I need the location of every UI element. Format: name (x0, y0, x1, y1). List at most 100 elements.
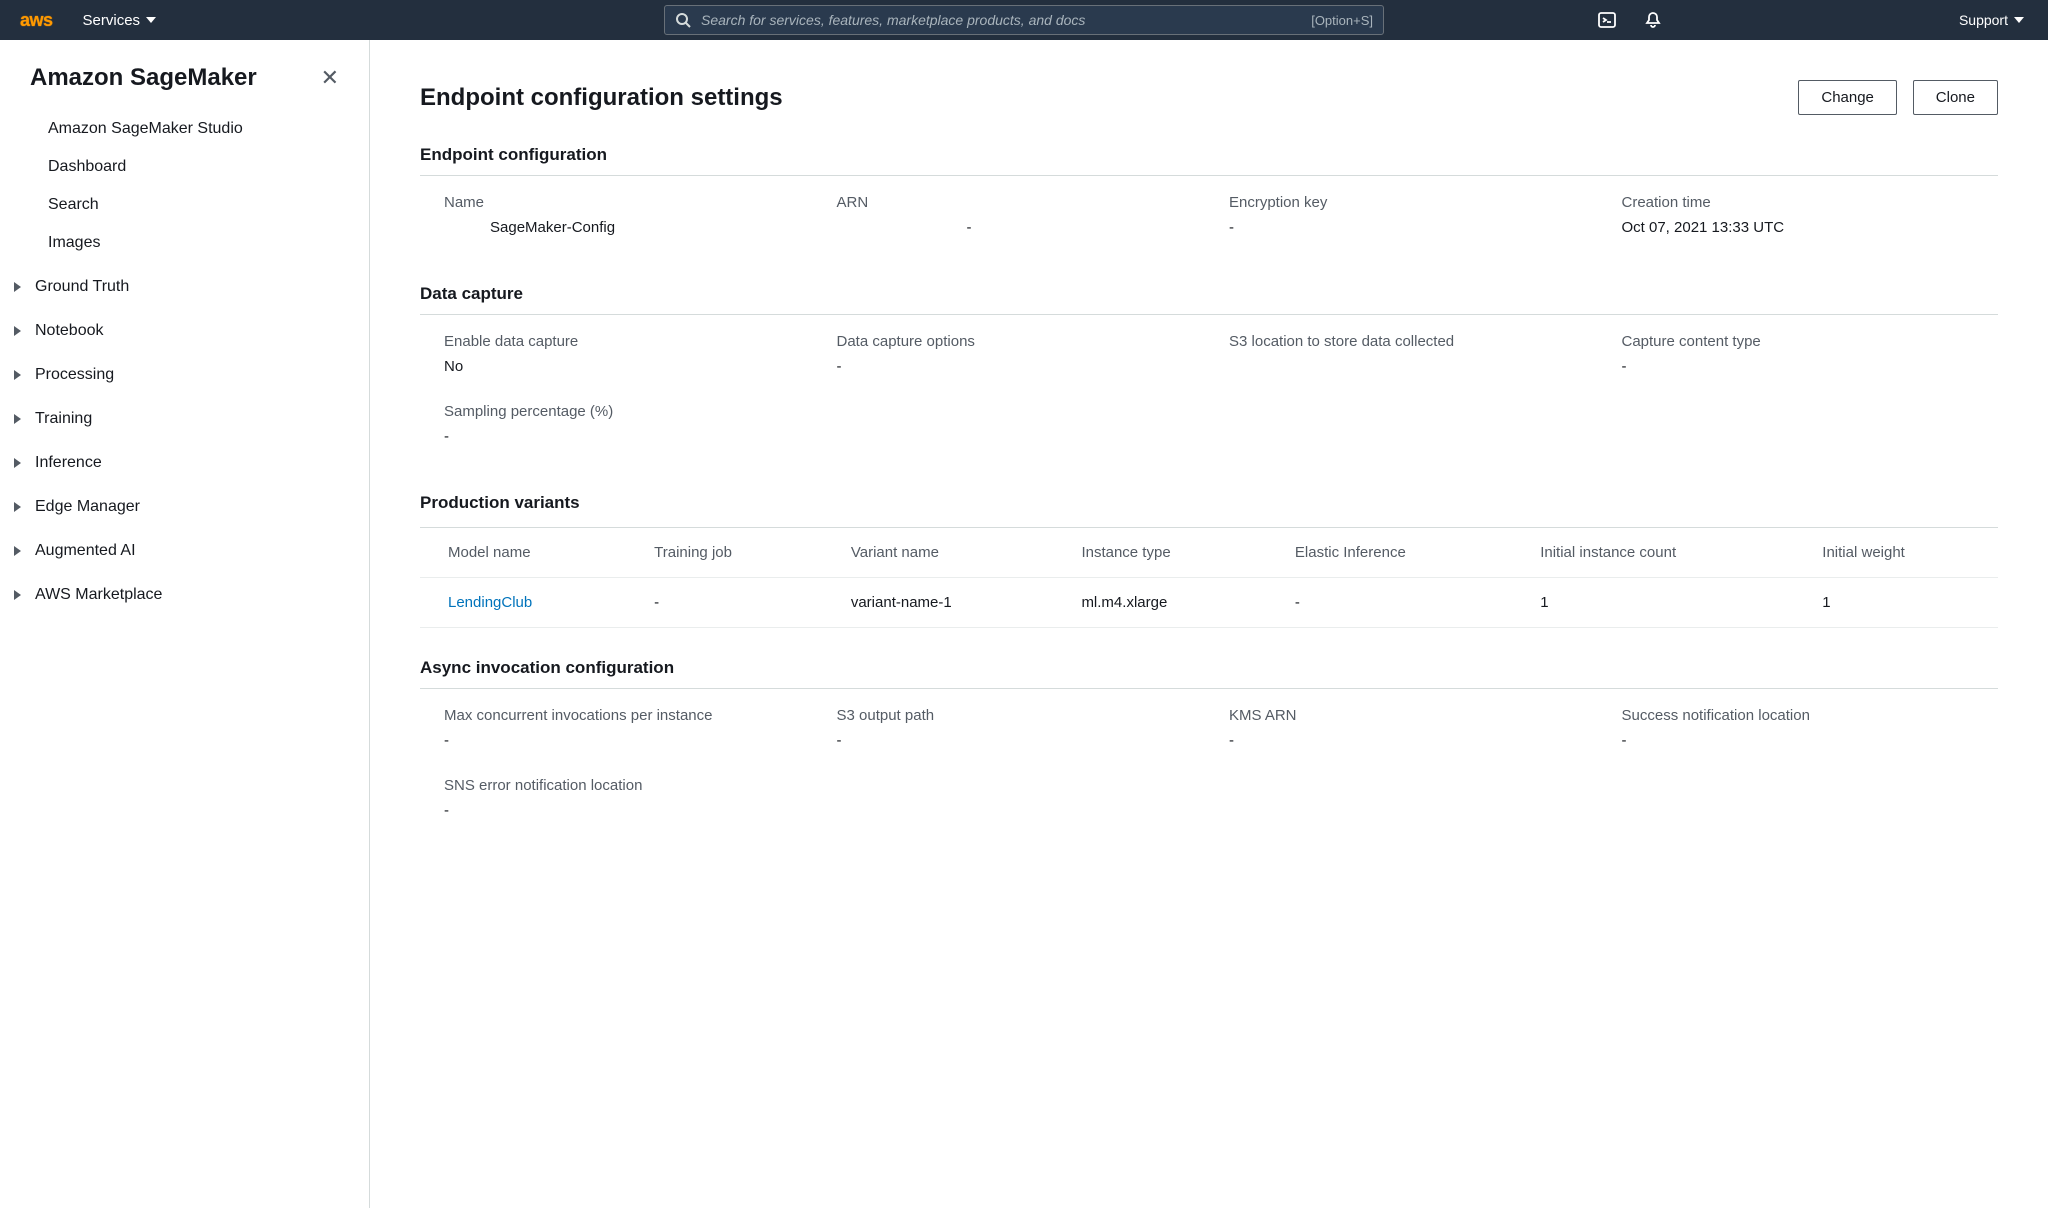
cell-instance-type: ml.m4.xlarge (1053, 578, 1266, 628)
search-box[interactable]: [Option+S] (664, 5, 1384, 35)
sidebar-item-dashboard[interactable]: Dashboard (0, 148, 369, 186)
kv-value: Oct 07, 2021 13:33 UTC (1622, 219, 1975, 236)
kv-content-type: Capture content type - (1622, 333, 1975, 375)
close-icon[interactable]: ✕ (321, 65, 339, 91)
support-dropdown[interactable]: Support (1955, 12, 2028, 28)
sidebar-item-label: AWS Marketplace (35, 586, 162, 604)
search-shortcut-hint: [Option+S] (1311, 13, 1373, 28)
search-input[interactable] (701, 12, 1301, 28)
kv-value: - (837, 358, 1190, 375)
search-icon (675, 12, 691, 28)
kv-encryption: Encryption key - (1229, 194, 1582, 236)
sidebar-item-notebook[interactable]: Notebook (0, 312, 369, 350)
sidebar-item-inference[interactable]: Inference (0, 444, 369, 482)
main-content: Endpoint configuration settings Change C… (370, 40, 2048, 1208)
sidebar-item-edge-manager[interactable]: Edge Manager (0, 488, 369, 526)
kv-label: Data capture options (837, 333, 1190, 350)
caret-down-icon (2014, 17, 2024, 23)
kv-value: No (444, 358, 797, 375)
global-search: [Option+S] (664, 5, 1384, 35)
sidebar-item-marketplace[interactable]: AWS Marketplace (0, 576, 369, 614)
sidebar-item-images[interactable]: Images (0, 224, 369, 262)
cell-count: 1 (1512, 578, 1794, 628)
support-label: Support (1959, 12, 2008, 28)
sidebar-item-label: Search (48, 196, 99, 214)
kv-sampling: Sampling percentage (%) - (444, 403, 797, 445)
sidebar-item-augmented-ai[interactable]: Augmented AI (0, 532, 369, 570)
kv-s3-location: S3 location to store data collected (1229, 333, 1582, 375)
kv-error-location: SNS error notification location - (444, 777, 797, 819)
clone-button[interactable]: Clone (1913, 80, 1998, 115)
col-training-job[interactable]: Training job (626, 528, 823, 578)
sidebar-item-ground-truth[interactable]: Ground Truth (0, 268, 369, 306)
chevron-right-icon (14, 590, 21, 600)
chevron-right-icon (14, 414, 21, 424)
cell-ei: - (1267, 578, 1512, 628)
sidebar-item-studio[interactable]: Amazon SageMaker Studio (0, 110, 369, 148)
col-instance-type[interactable]: Instance type (1053, 528, 1266, 578)
section-heading: Endpoint configuration (420, 145, 1998, 176)
col-variant-name[interactable]: Variant name (823, 528, 1054, 578)
kv-kms-arn: KMS ARN - (1229, 707, 1582, 749)
kv-label: S3 output path (837, 707, 1190, 724)
notifications-icon[interactable] (1643, 10, 1663, 30)
cloudshell-icon[interactable] (1597, 10, 1617, 30)
section-production-variants: Production variants Model name Training … (420, 493, 1998, 628)
chevron-right-icon (14, 546, 21, 556)
sidebar-item-label: Images (48, 234, 100, 252)
sidebar-item-search[interactable]: Search (0, 186, 369, 224)
cell-weight: 1 (1794, 578, 1998, 628)
chevron-right-icon (14, 370, 21, 380)
change-button[interactable]: Change (1798, 80, 1897, 115)
kv-label: Name (444, 194, 797, 211)
kv-label: S3 location to store data collected (1229, 333, 1582, 350)
model-link[interactable]: LendingClub (448, 594, 532, 611)
col-initial-weight[interactable]: Initial weight (1794, 528, 1998, 578)
kv-label: Encryption key (1229, 194, 1582, 211)
kv-label: Sampling percentage (%) (444, 403, 797, 420)
sidebar-item-label: Processing (35, 366, 114, 384)
services-dropdown[interactable]: Services (83, 12, 157, 29)
page-title: Endpoint configuration settings (420, 84, 783, 112)
section-heading: Production variants (420, 493, 1998, 513)
kv-value: - (1622, 732, 1975, 749)
section-heading: Data capture (420, 284, 1998, 315)
kv-value: - (444, 428, 797, 445)
section-heading: Async invocation configuration (420, 658, 1998, 689)
kv-success-location: Success notification location - (1622, 707, 1975, 749)
aws-logo[interactable]: aws (20, 10, 53, 31)
page-actions: Change Clone (1786, 80, 1998, 115)
kv-label: KMS ARN (1229, 707, 1582, 724)
kv-value: SageMaker-Config (444, 219, 797, 236)
sidebar-item-label: Training (35, 410, 92, 428)
sidebar-item-label: Edge Manager (35, 498, 140, 516)
sidebar-item-label: Augmented AI (35, 542, 136, 560)
chevron-right-icon (14, 282, 21, 292)
sidebar-item-label: Notebook (35, 322, 104, 340)
col-model-name[interactable]: Model name (420, 528, 626, 578)
section-endpoint-config: Endpoint configuration Name SageMaker-Co… (420, 145, 1998, 236)
kv-value: - (444, 802, 797, 819)
kv-arn: ARN - (837, 194, 1190, 236)
kv-value: - (837, 219, 1190, 236)
kv-max-invocations: Max concurrent invocations per instance … (444, 707, 797, 749)
sidebar-item-label: Dashboard (48, 158, 126, 176)
chevron-right-icon (14, 458, 21, 468)
services-label: Services (83, 12, 141, 29)
kv-name: Name SageMaker-Config (444, 194, 797, 236)
sidebar-item-processing[interactable]: Processing (0, 356, 369, 394)
sidebar: Amazon SageMaker ✕ Amazon SageMaker Stud… (0, 40, 370, 1208)
col-initial-count[interactable]: Initial instance count (1512, 528, 1794, 578)
sidebar-item-training[interactable]: Training (0, 400, 369, 438)
section-async-invocation: Async invocation configuration Max concu… (420, 658, 1998, 819)
top-nav: aws Services [Option+S] (0, 0, 2048, 40)
sidebar-item-label: Amazon SageMaker Studio (48, 120, 243, 138)
sidebar-item-label: Ground Truth (35, 278, 129, 296)
table-row: LendingClub - variant-name-1 ml.m4.xlarg… (420, 578, 1998, 628)
kv-label: Success notification location (1622, 707, 1975, 724)
kv-label: ARN (837, 194, 1190, 211)
col-elastic-inference[interactable]: Elastic Inference (1267, 528, 1512, 578)
kv-enable-capture: Enable data capture No (444, 333, 797, 375)
kv-label: Creation time (1622, 194, 1975, 211)
kv-value: - (444, 732, 797, 749)
